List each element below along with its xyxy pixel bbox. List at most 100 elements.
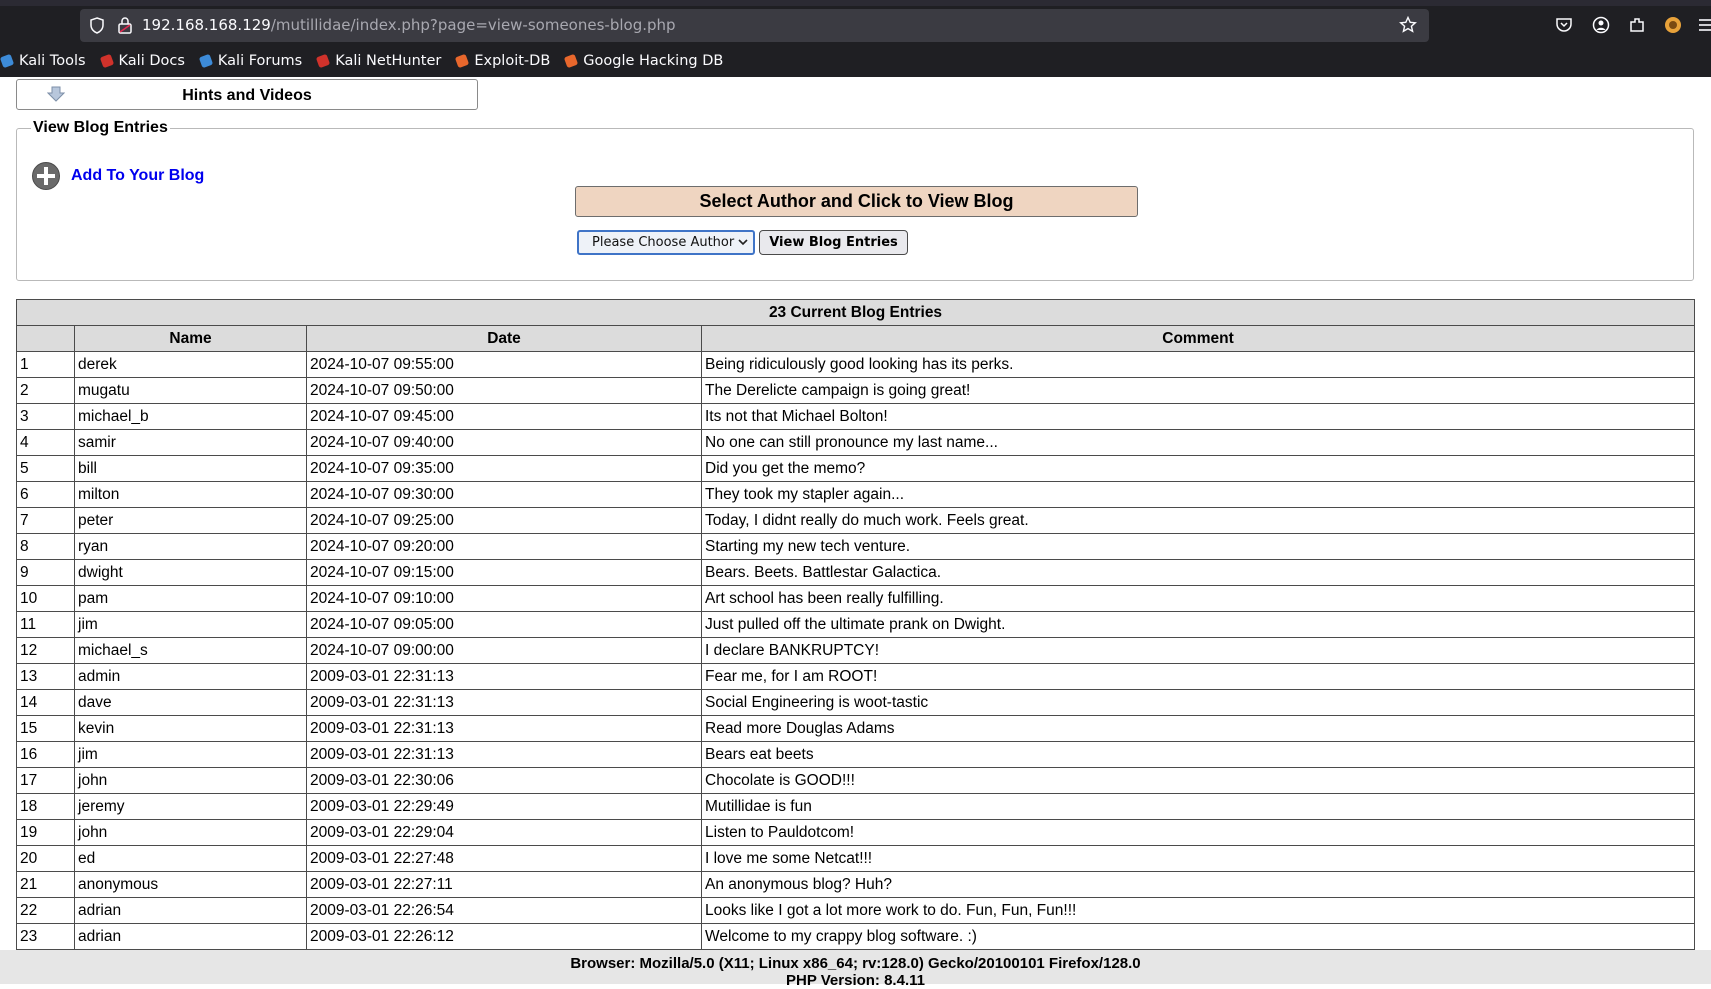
bookmark-item[interactable]: Kali NetHunter	[316, 53, 441, 69]
hints-label: Hints and Videos	[182, 87, 312, 104]
row-comment-cell: Welcome to my crappy blog software. :)	[701, 923, 1695, 950]
url-path: /mutillidae/index.php?page=view-someones…	[270, 16, 676, 34]
row-name-cell: adrian	[74, 923, 307, 950]
row-index-cell: 23	[16, 923, 75, 950]
tracking-protection-shield-icon[interactable]	[89, 17, 105, 34]
row-index-cell: 20	[16, 845, 75, 872]
row-index-cell: 17	[16, 767, 75, 794]
row-comment-cell: Fear me, for I am ROOT!	[701, 663, 1695, 690]
url-text[interactable]: 192.168.168.129/mutillidae/index.php?pag…	[142, 16, 676, 34]
address-bar[interactable]: 192.168.168.129/mutillidae/index.php?pag…	[80, 9, 1429, 42]
table-row: 18 jeremy 2009-03-01 22:29:49 Mutillidae is…	[16, 793, 1695, 820]
row-comment-cell: Listen to Pauldotcom!	[701, 819, 1695, 846]
lock-icon[interactable]	[117, 16, 133, 34]
row-index-cell: 22	[16, 897, 75, 924]
table-row: 15 kevin 2009-03-01 22:31:13 Read more Doug…	[16, 715, 1695, 742]
table-row: 21 anonymous 2009-03-01 22:27:11 An anonymo…	[16, 871, 1695, 898]
bookmark-star-icon[interactable]	[1399, 16, 1417, 34]
exploit-db-icon	[455, 53, 470, 69]
extension-avatar-icon[interactable]	[1664, 16, 1682, 34]
table-caption-row: 23 Current Blog Entries	[16, 299, 1695, 326]
table-row: 1 derek 2024-10-07 09:55:00 Being ridiculou…	[16, 351, 1695, 378]
row-comment-cell: No one can still pronounce my last name.…	[701, 429, 1695, 456]
table-row: 14 dave 2009-03-01 22:31:13 Social Engineer…	[16, 689, 1695, 716]
row-index-cell: 3	[16, 403, 75, 430]
row-name-cell: ryan	[74, 533, 307, 560]
table-row: 19 john 2009-03-01 22:29:04 Listen to Pauld…	[16, 819, 1695, 846]
row-date-cell: 2009-03-01 22:30:06	[306, 767, 702, 794]
row-name-cell: admin	[74, 663, 307, 690]
row-index-cell: 2	[16, 377, 75, 404]
table-row: 16 jim 2009-03-01 22:31:13 Bears eat beets	[16, 741, 1695, 768]
row-comment-cell: Today, I didnt really do much work. Feel…	[701, 507, 1695, 534]
column-header-name: Name	[74, 325, 307, 352]
bookmark-label: Google Hacking DB	[583, 53, 724, 69]
bookmark-label: Kali NetHunter	[335, 53, 442, 69]
extensions-icon[interactable]	[1628, 16, 1646, 34]
row-comment-cell: Looks like I got a lot more work to do. …	[701, 897, 1695, 924]
table-caption: 23 Current Blog Entries	[16, 299, 1695, 326]
row-comment-cell: Social Engineering is woot-tastic	[701, 689, 1695, 716]
row-comment-cell: Chocolate is GOOD!!!	[701, 767, 1695, 794]
row-name-cell: dave	[74, 689, 307, 716]
row-name-cell: dwight	[74, 559, 307, 586]
blog-entries-table: 23 Current Blog Entries Name Date Commen…	[16, 299, 1695, 950]
hints-and-videos-toggle[interactable]: Hints and Videos	[16, 79, 478, 110]
add-to-blog-link[interactable]: Add To Your Blog	[71, 167, 204, 185]
row-index-cell: 6	[16, 481, 75, 508]
kali-tools-icon	[0, 53, 15, 69]
bookmark-item[interactable]: Kali Docs	[99, 53, 185, 69]
table-row: 20 ed 2009-03-01 22:27:48 I love me some Ne…	[16, 845, 1695, 872]
row-date-cell: 2009-03-01 22:31:13	[306, 689, 702, 716]
row-comment-cell: Starting my new tech venture.	[701, 533, 1695, 560]
bookmark-item[interactable]: Google Hacking DB	[564, 53, 723, 69]
row-comment-cell: Bears eat beets	[701, 741, 1695, 768]
table-row: 9 dwight 2024-10-07 09:15:00 Bears. Beets. …	[16, 559, 1695, 586]
row-index-cell: 5	[16, 455, 75, 482]
row-comment-cell: Being ridiculously good looking has its …	[701, 351, 1695, 378]
row-comment-cell: Just pulled off the ultimate prank on Dw…	[701, 611, 1695, 638]
select-author-heading: Select Author and Click to View Blog	[575, 186, 1138, 217]
account-icon[interactable]	[1592, 16, 1610, 34]
row-index-cell: 1	[16, 351, 75, 378]
row-index-cell: 7	[16, 507, 75, 534]
row-date-cell: 2024-10-07 09:45:00	[306, 403, 702, 430]
row-name-cell: pam	[74, 585, 307, 612]
kali-forums-icon	[198, 53, 214, 69]
row-name-cell: peter	[74, 507, 307, 534]
column-header-date: Date	[306, 325, 702, 352]
author-select[interactable]: Please Choose Author	[577, 230, 755, 255]
table-row: 6 milton 2024-10-07 09:30:00 They took my s…	[16, 481, 1695, 508]
row-date-cell: 2024-10-07 09:25:00	[306, 507, 702, 534]
row-name-cell: ed	[74, 845, 307, 872]
kali-docs-icon	[99, 53, 114, 69]
add-icon[interactable]	[31, 161, 61, 191]
table-body: 1 derek 2024-10-07 09:55:00 Being ridiculou…	[16, 351, 1695, 950]
bookmark-item[interactable]: Kali Tools	[0, 53, 86, 69]
row-name-cell: adrian	[74, 897, 307, 924]
add-to-blog: Add To Your Blog	[31, 161, 204, 191]
row-index-cell: 10	[16, 585, 75, 612]
table-row: 23 adrian 2009-03-01 22:26:12 Welcome to my…	[16, 923, 1695, 950]
table-row: 8 ryan 2024-10-07 09:20:00 Starting my new …	[16, 533, 1695, 560]
row-comment-cell: Its not that Michael Bolton!	[701, 403, 1695, 430]
row-date-cell: 2009-03-01 22:29:04	[306, 819, 702, 846]
menu-icon[interactable]	[1697, 16, 1711, 34]
row-date-cell: 2024-10-07 09:30:00	[306, 481, 702, 508]
bookmark-item[interactable]: Kali Forums	[198, 53, 302, 69]
row-index-cell: 12	[16, 637, 75, 664]
row-index-cell: 16	[16, 741, 75, 768]
row-date-cell: 2009-03-01 22:31:13	[306, 663, 702, 690]
view-blog-entries-button[interactable]: View Blog Entries	[759, 230, 908, 255]
row-date-cell: 2009-03-01 22:26:12	[306, 923, 702, 950]
bookmark-item[interactable]: Exploit-DB	[455, 53, 550, 69]
row-comment-cell: An anonymous blog? Huh?	[701, 871, 1695, 898]
author-select-value: Please Choose Author	[592, 235, 735, 250]
table-row: 22 adrian 2009-03-01 22:26:54 Looks like I …	[16, 897, 1695, 924]
row-name-cell: samir	[74, 429, 307, 456]
row-index-cell: 15	[16, 715, 75, 742]
row-index-cell: 19	[16, 819, 75, 846]
row-name-cell: anonymous	[74, 871, 307, 898]
pocket-icon[interactable]	[1555, 16, 1573, 34]
url-host: 192.168.168.129	[142, 16, 271, 34]
